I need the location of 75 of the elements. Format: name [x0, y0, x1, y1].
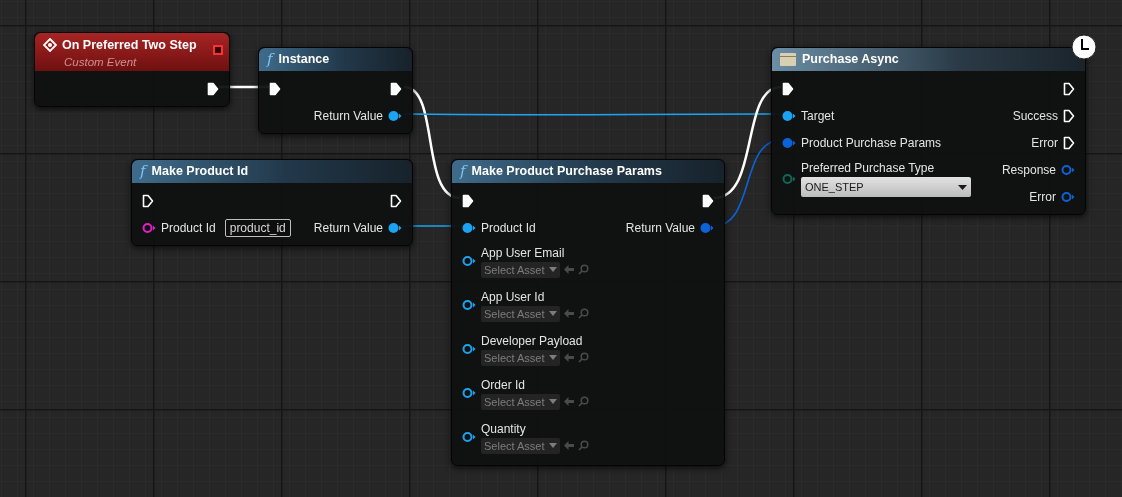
- graph-node[interactable]: f Make Product Id Product Id product_id Return Value: [131, 159, 413, 246]
- node-title: Make Product Id: [151, 163, 249, 181]
- pin-label: Order Id: [481, 376, 526, 393]
- node-title: Purchase Async: [802, 51, 899, 69]
- caret-icon: [958, 184, 967, 190]
- node-title: Make Product Purchase Params: [471, 163, 662, 181]
- data-pin-icon[interactable]: [782, 109, 796, 122]
- book-icon: [780, 53, 796, 66]
- asset-dropdown[interactable]: Select Asset: [481, 349, 560, 366]
- exec-pin-icon[interactable]: [390, 193, 402, 208]
- data-pin-icon[interactable]: [1061, 163, 1075, 176]
- asset-dropdown[interactable]: Select Asset: [481, 261, 560, 278]
- pin-label: Response: [1001, 161, 1056, 178]
- data-pin-icon[interactable]: [700, 221, 714, 234]
- event-diamond-icon: [43, 38, 57, 53]
- pin-label: Product Id: [161, 219, 216, 236]
- function-glyph: f: [460, 164, 466, 179]
- exec-pin-icon[interactable]: [269, 81, 281, 96]
- pin-label: Return Value: [313, 107, 383, 124]
- pin-label: Quantity: [481, 420, 527, 437]
- data-pin-icon[interactable]: [1061, 190, 1075, 203]
- function-glyph: f: [140, 164, 146, 179]
- pin-label: Developer Payload: [481, 332, 584, 349]
- enum-dropdown[interactable]: ONE_STEP: [801, 177, 971, 197]
- caret-icon: [548, 443, 557, 448]
- exec-pin-icon[interactable]: [1063, 108, 1075, 123]
- data-pin-icon[interactable]: [142, 221, 156, 234]
- exec-pin-icon[interactable]: [782, 81, 794, 96]
- pin-label: App User Email: [481, 244, 566, 261]
- pin-label: Success: [1012, 107, 1058, 124]
- pin-label: Return Value: [625, 219, 695, 236]
- pin-label: App User Id: [481, 288, 546, 305]
- data-pin-icon[interactable]: [462, 299, 476, 311]
- pin-label: Target: [801, 107, 835, 124]
- exec-pin-icon[interactable]: [390, 81, 402, 96]
- exec-pin-icon[interactable]: [142, 193, 154, 208]
- dropdown-value: ONE_STEP: [805, 179, 864, 195]
- caret-icon: [548, 399, 557, 404]
- node-subtitle: Custom Event: [63, 54, 138, 69]
- caret-icon: [548, 311, 557, 316]
- data-pin-icon[interactable]: [782, 172, 796, 185]
- pin-label: Error: [1031, 134, 1058, 151]
- product-id-field[interactable]: product_id: [224, 218, 291, 237]
- data-pin-icon[interactable]: [462, 387, 476, 399]
- node-title: Instance: [278, 51, 330, 69]
- asset-dropdown[interactable]: Select Asset: [481, 305, 560, 322]
- pin-label: Return Value: [313, 219, 383, 236]
- data-pin-icon[interactable]: [462, 343, 476, 355]
- data-pin-icon[interactable]: [462, 221, 476, 234]
- asset-dropdown[interactable]: Select Asset: [481, 437, 560, 454]
- graph-node[interactable]: f Instance Return Value: [258, 47, 413, 134]
- caret-icon: [548, 355, 557, 360]
- clock-icon: [1071, 34, 1097, 60]
- exec-pin-icon[interactable]: [1063, 135, 1075, 150]
- data-pin-icon[interactable]: [462, 431, 476, 443]
- data-pin-icon[interactable]: [388, 221, 402, 234]
- graph-node[interactable]: f Make Product Purchase Params Product Id App User Email Select Asset App User Id Select Asset Developer Payload Select Asset Order Id Select Asset Quantity Select Asset Return Value: [451, 159, 725, 466]
- data-pin-icon[interactable]: [462, 255, 476, 267]
- pin-label: Product Purchase Params: [801, 134, 942, 151]
- pin-label: Preferred Purchase Type: [801, 160, 936, 176]
- pin-label: Error: [1029, 188, 1056, 205]
- asset-dropdown[interactable]: Select Asset: [481, 393, 560, 410]
- function-glyph: f: [267, 52, 273, 67]
- exec-pin-icon[interactable]: [207, 81, 219, 96]
- data-pin-icon[interactable]: [782, 136, 796, 149]
- data-pin-icon[interactable]: [388, 109, 402, 122]
- exec-pin-icon[interactable]: [462, 193, 474, 208]
- caret-icon: [548, 267, 557, 272]
- node-title: On Preferred Two Step: [62, 37, 197, 54]
- delegate-pin-icon[interactable]: [213, 45, 223, 55]
- pin-label: Product Id: [481, 219, 536, 236]
- graph-node[interactable]: Purchase Async Target Product Purchase Params Preferred Purchase Type ONE_STEP Success Error Response Error: [771, 47, 1086, 215]
- exec-pin-icon[interactable]: [1063, 81, 1075, 96]
- exec-pin-icon[interactable]: [702, 193, 714, 208]
- graph-node[interactable]: On Preferred Two Step Custom Event: [34, 32, 230, 107]
